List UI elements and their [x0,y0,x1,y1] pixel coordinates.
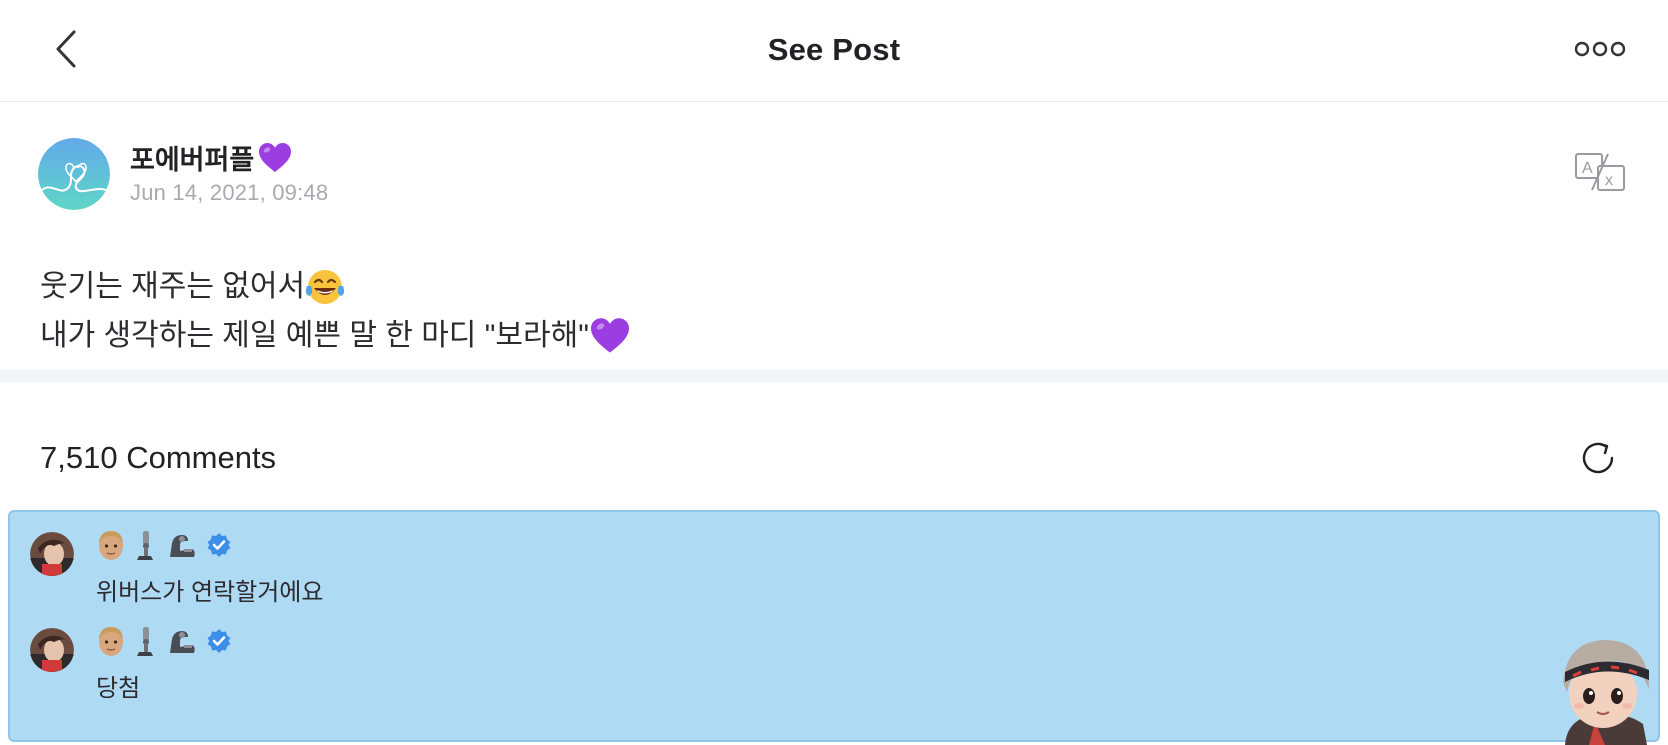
svg-text:x: x [1605,172,1613,189]
tears-of-joy-emoji-icon [305,269,345,304]
author-avatar[interactable] [38,138,110,210]
commenter-name[interactable] [96,528,232,562]
mechanical-leg-emoji-icon [137,627,153,656]
character-sticker-image [1563,640,1649,745]
verified-badge-icon [207,533,231,557]
comment-item[interactable]: 당첨 [30,610,1330,702]
translate-button[interactable]: A x [1574,152,1626,192]
commenter-avatar[interactable] [30,532,74,576]
post-line-1: 웃기는 재주는 없어서 [40,262,631,311]
refresh-icon [1582,442,1614,474]
purple-heart-icon [259,142,292,172]
verified-badge-icon [207,629,231,653]
author-avatar-image [38,138,110,210]
section-divider [0,370,1668,382]
comment-text: 위버스가 연락할거에요 [96,579,324,606]
character-sticker [1545,632,1663,745]
commenter-name[interactable] [96,624,232,658]
comments-count: 7,510 Comments [40,440,277,475]
post-line-text: 웃기는 재주는 없어서 [40,270,306,303]
commenter-avatar[interactable] [30,628,74,672]
post-line-text: 내가 생각하는 제일 예쁜 말 한 마디 "보라해" [40,319,589,352]
comments-list: 위버스가 연락할거에요 당첨 [8,510,1660,742]
man-face-emoji-icon [99,627,123,656]
mechanical-arm-emoji-icon [170,535,195,557]
author-name-text: 포에버퍼플 [130,145,255,175]
more-options-button[interactable] [1574,40,1626,58]
comment-text: 당첨 [96,675,141,702]
svg-text:A: A [1582,160,1593,177]
post-timestamp: Jun 14, 2021, 09:48 [130,180,329,205]
purple-heart-icon [590,317,629,353]
top-bar: See Post [0,0,1668,102]
page-title: See Post [767,32,901,67]
commenter-avatar-image [30,628,74,672]
post-content: 웃기는 재주는 없어서 내가 생각하는 제일 예쁜 말 한 마디 "보라해" [40,262,631,360]
translate-icon: A x [1575,153,1625,191]
post-line-2: 내가 생각하는 제일 예쁜 말 한 마디 "보라해" [40,311,631,360]
mechanical-leg-emoji-icon [137,531,153,560]
refresh-button[interactable] [1579,438,1619,478]
author-name[interactable]: 포에버퍼플 [130,138,292,177]
comment-item[interactable]: 위버스가 연락할거에요 [30,514,1330,606]
more-dots-icon [1574,41,1626,57]
man-face-emoji-icon [99,531,123,560]
mechanical-arm-emoji-icon [170,631,195,653]
commenter-avatar-image [30,532,74,576]
